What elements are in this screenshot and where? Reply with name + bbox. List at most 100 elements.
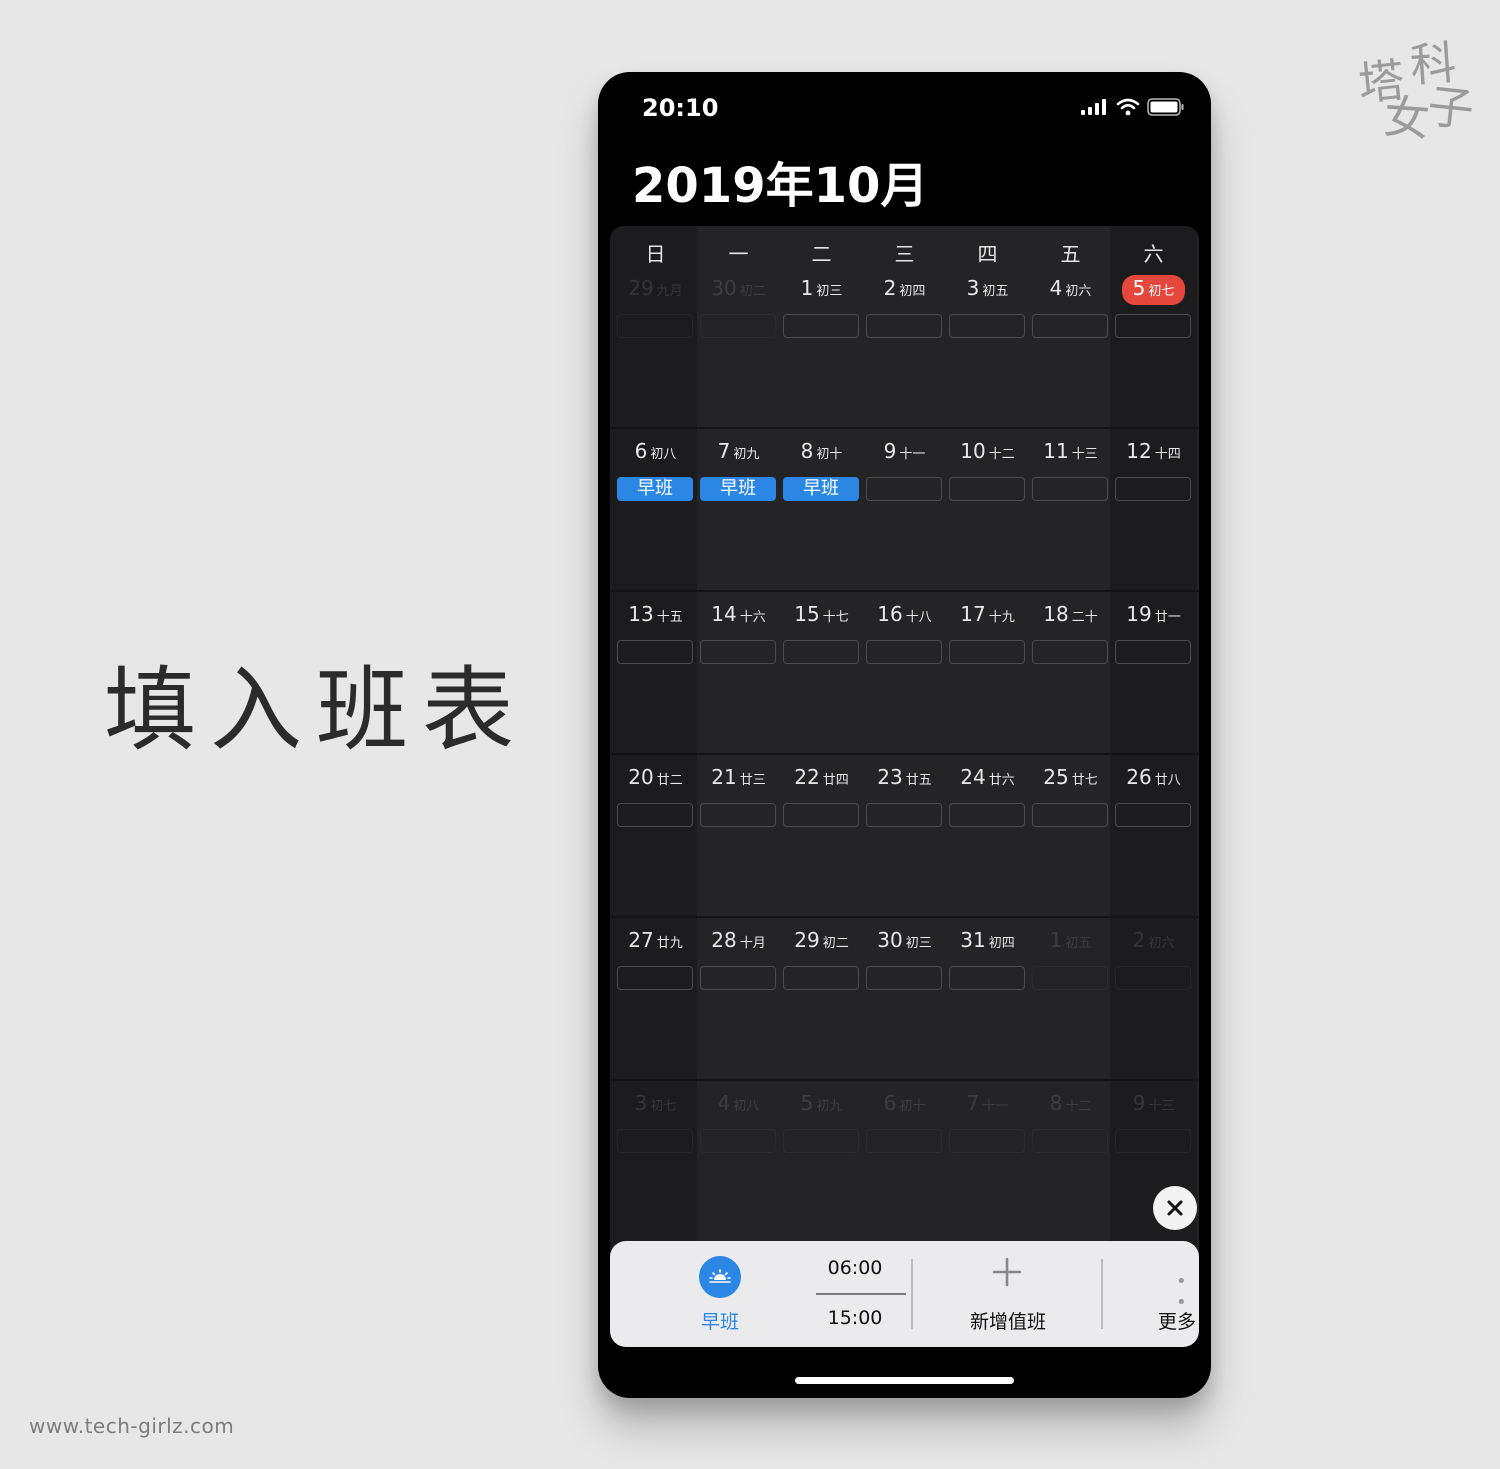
empty-shift-slot[interactable] bbox=[783, 1129, 859, 1153]
empty-shift-slot[interactable] bbox=[1032, 966, 1108, 990]
empty-shift-slot[interactable] bbox=[1032, 314, 1108, 338]
date-cell[interactable]: 6 初十 bbox=[863, 1089, 946, 1117]
more-button[interactable]: 更多 bbox=[1158, 1307, 1196, 1334]
empty-shift-slot[interactable] bbox=[866, 966, 942, 990]
date-cell[interactable]: 30 初三 bbox=[863, 926, 946, 954]
empty-shift-slot[interactable] bbox=[617, 314, 693, 338]
date-cell[interactable]: 12 十四 bbox=[1112, 437, 1195, 465]
empty-shift-slot[interactable] bbox=[1032, 640, 1108, 664]
empty-shift-slot[interactable] bbox=[617, 640, 693, 664]
empty-shift-slot[interactable] bbox=[949, 640, 1025, 664]
date-cell[interactable]: 16 十八 bbox=[863, 600, 946, 628]
date-cell[interactable]: 29 初二 bbox=[780, 926, 863, 954]
date-cell[interactable]: 1 初三 bbox=[780, 274, 863, 302]
empty-shift-slot[interactable] bbox=[1032, 1129, 1108, 1153]
date-cell[interactable]: 7 十一 bbox=[946, 1089, 1029, 1117]
empty-shift-slot[interactable] bbox=[783, 640, 859, 664]
empty-shift-slot[interactable] bbox=[700, 640, 776, 664]
date-cell[interactable]: 23 廿五 bbox=[863, 763, 946, 791]
date-cell[interactable]: 6 初八 bbox=[614, 437, 697, 465]
sunrise-shift-button[interactable] bbox=[699, 1256, 741, 1298]
date-cell[interactable]: 9 十三 bbox=[1112, 1089, 1195, 1117]
date-cell[interactable]: 11 十三 bbox=[1029, 437, 1112, 465]
date-cell[interactable]: 4 初六 bbox=[1029, 274, 1112, 302]
shift-start-time[interactable]: 06:00 bbox=[815, 1257, 895, 1279]
date-cell[interactable]: 30 初二 bbox=[697, 274, 780, 302]
empty-shift-slot[interactable] bbox=[700, 966, 776, 990]
date-cell[interactable]: 10 十二 bbox=[946, 437, 1029, 465]
empty-shift-slot[interactable] bbox=[700, 314, 776, 338]
lunar-date: 初二 bbox=[739, 284, 766, 299]
empty-shift-slot[interactable] bbox=[1115, 1129, 1191, 1153]
empty-shift-slot[interactable] bbox=[949, 477, 1025, 501]
date-cell[interactable]: 4 初八 bbox=[697, 1089, 780, 1117]
date-cell[interactable]: 27 廿九 bbox=[614, 926, 697, 954]
date-cell[interactable]: 25 廿七 bbox=[1029, 763, 1112, 791]
empty-shift-slot[interactable] bbox=[1115, 640, 1191, 664]
empty-shift-slot[interactable] bbox=[617, 803, 693, 827]
date-cell[interactable]: 5 初九 bbox=[780, 1089, 863, 1117]
empty-shift-slot[interactable] bbox=[949, 314, 1025, 338]
date-cell[interactable]: 28 十月 bbox=[697, 926, 780, 954]
date-cell[interactable]: 31 初四 bbox=[946, 926, 1029, 954]
date-cell[interactable]: 20 廿二 bbox=[614, 763, 697, 791]
date-label: 2 初六 bbox=[1133, 928, 1175, 952]
shift-entry[interactable]: 早班 bbox=[783, 477, 859, 501]
empty-shift-slot[interactable] bbox=[1115, 477, 1191, 501]
empty-shift-slot[interactable] bbox=[700, 1129, 776, 1153]
date-cell[interactable]: 3 初五 bbox=[946, 274, 1029, 302]
empty-shift-slot[interactable] bbox=[949, 803, 1025, 827]
shift-entry[interactable]: 早班 bbox=[617, 477, 693, 501]
date-cell[interactable]: 7 初九 bbox=[697, 437, 780, 465]
date-cell[interactable]: 9 十一 bbox=[863, 437, 946, 465]
empty-shift-slot[interactable] bbox=[866, 314, 942, 338]
date-cell[interactable]: 13 十五 bbox=[614, 600, 697, 628]
date-cell[interactable]: 8 十二 bbox=[1029, 1089, 1112, 1117]
empty-shift-slot[interactable] bbox=[949, 1129, 1025, 1153]
empty-shift-slot[interactable] bbox=[700, 803, 776, 827]
empty-shift-slot[interactable] bbox=[1115, 803, 1191, 827]
plus-icon[interactable] bbox=[992, 1257, 1022, 1287]
date-cell[interactable]: 19 廿一 bbox=[1112, 600, 1195, 628]
date-cell[interactable]: 17 十九 bbox=[946, 600, 1029, 628]
date-cell[interactable]: 24 廿六 bbox=[946, 763, 1029, 791]
date-cell[interactable]: 22 廿四 bbox=[780, 763, 863, 791]
empty-shift-slot[interactable] bbox=[866, 803, 942, 827]
weekday-label: 四 bbox=[977, 242, 998, 266]
empty-shift-slot[interactable] bbox=[1115, 314, 1191, 338]
empty-shift-slot[interactable] bbox=[617, 1129, 693, 1153]
empty-shift-slot[interactable] bbox=[1032, 803, 1108, 827]
date-cell[interactable]: 14 十六 bbox=[697, 600, 780, 628]
shift-end-time[interactable]: 15:00 bbox=[815, 1307, 895, 1329]
date-cell[interactable]: 18 二十 bbox=[1029, 600, 1112, 628]
shift-name-label[interactable]: 早班 bbox=[690, 1307, 750, 1334]
date-cell[interactable]: 15 十七 bbox=[780, 600, 863, 628]
lunar-date: 初二 bbox=[822, 936, 849, 951]
date-cell[interactable]: 26 廿八 bbox=[1112, 763, 1195, 791]
date-cell[interactable]: 2 初四 bbox=[863, 274, 946, 302]
add-shift-button[interactable]: 新增值班 bbox=[950, 1307, 1066, 1334]
date-cell[interactable]: 21 廿三 bbox=[697, 763, 780, 791]
empty-shift-slot[interactable] bbox=[949, 966, 1025, 990]
empty-shift-slot[interactable] bbox=[783, 966, 859, 990]
date-cell[interactable]: 3 初七 bbox=[614, 1089, 697, 1117]
lunar-date: 二十 bbox=[1071, 610, 1098, 625]
date-cell[interactable]: 1 初五 bbox=[1029, 926, 1112, 954]
day-number: 10 bbox=[960, 439, 986, 463]
empty-shift-slot[interactable] bbox=[617, 966, 693, 990]
empty-shift-slot[interactable] bbox=[866, 1129, 942, 1153]
empty-shift-slot[interactable] bbox=[1115, 966, 1191, 990]
lunar-date: 初七 bbox=[650, 1099, 677, 1114]
day-number: 3 bbox=[634, 1091, 648, 1115]
date-cell[interactable]: 8 初十 bbox=[780, 437, 863, 465]
today-date-cell[interactable]: 5 初七 bbox=[1112, 274, 1195, 305]
empty-shift-slot[interactable] bbox=[866, 477, 942, 501]
date-cell[interactable]: 2 初六 bbox=[1112, 926, 1195, 954]
shift-entry[interactable]: 早班 bbox=[700, 477, 776, 501]
empty-shift-slot[interactable] bbox=[866, 640, 942, 664]
empty-shift-slot[interactable] bbox=[783, 314, 859, 338]
date-cell[interactable]: 29 九月 bbox=[614, 274, 697, 302]
empty-shift-slot[interactable] bbox=[783, 803, 859, 827]
empty-shift-slot[interactable] bbox=[1032, 477, 1108, 501]
close-button[interactable] bbox=[1153, 1186, 1197, 1230]
